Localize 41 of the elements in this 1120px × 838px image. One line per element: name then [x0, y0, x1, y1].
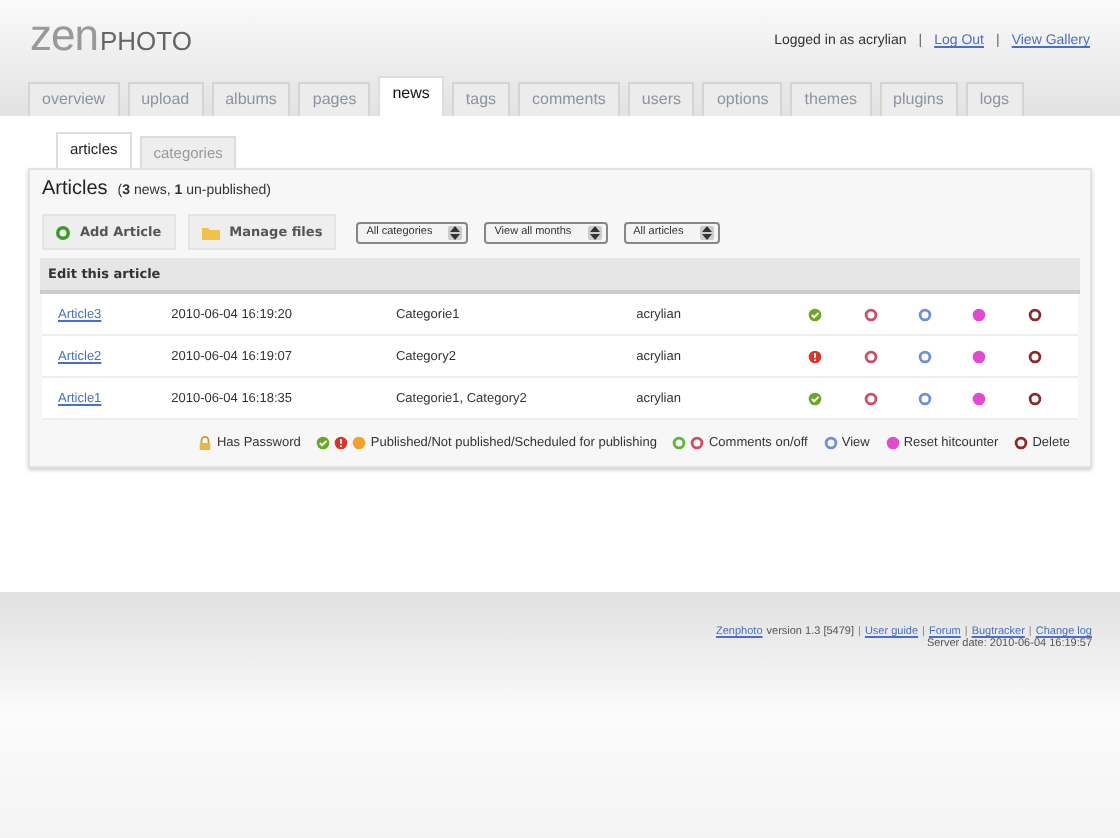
ring-icon[interactable] [918, 307, 933, 321]
dot-icon [885, 436, 900, 450]
lock-icon [198, 436, 213, 450]
nav-tab[interactable]: users [627, 82, 695, 116]
check-icon[interactable] [808, 391, 823, 405]
ring-icon[interactable] [863, 307, 878, 321]
page-heading: Articles [42, 178, 108, 200]
nav-tab[interactable]: news [378, 76, 444, 116]
nav-tab[interactable]: overview [28, 82, 120, 116]
logo: zen PHOTO [30, 10, 192, 62]
dot-icon[interactable] [972, 391, 987, 405]
nav-tab[interactable]: plugins [879, 82, 958, 116]
ring-icon[interactable] [918, 349, 933, 363]
ring-icon[interactable] [863, 349, 878, 363]
ring-icon[interactable] [918, 391, 933, 405]
check-icon[interactable] [808, 307, 823, 321]
add-icon [56, 225, 70, 239]
delete-icon [1014, 436, 1029, 450]
nav-tab[interactable]: comments [518, 82, 620, 116]
stepper-icon [587, 225, 602, 239]
nav-tab[interactable]: albums [211, 82, 291, 116]
stepper-icon [699, 225, 714, 239]
ring-icon[interactable] [863, 391, 878, 405]
check-icon [316, 436, 331, 450]
dot-icon [352, 436, 367, 450]
dot-icon[interactable] [972, 349, 987, 363]
alert-icon[interactable] [808, 349, 823, 363]
folder-icon [201, 225, 220, 239]
nav-tab[interactable]: options [702, 82, 783, 116]
delete-icon[interactable] [1027, 307, 1042, 321]
nav-tab[interactable]: tags [451, 82, 511, 116]
delete-icon[interactable] [1027, 349, 1042, 363]
nav-tab[interactable]: logs [965, 82, 1024, 116]
ring-icon [823, 436, 838, 450]
delete-icon[interactable] [1027, 391, 1042, 405]
alert-icon [334, 436, 349, 450]
dot-icon[interactable] [972, 307, 987, 321]
stepper-icon [448, 225, 463, 239]
nav-tab[interactable]: pages [298, 82, 371, 116]
nav-tab[interactable]: themes [790, 82, 872, 116]
nav-tab[interactable]: upload [127, 82, 204, 116]
